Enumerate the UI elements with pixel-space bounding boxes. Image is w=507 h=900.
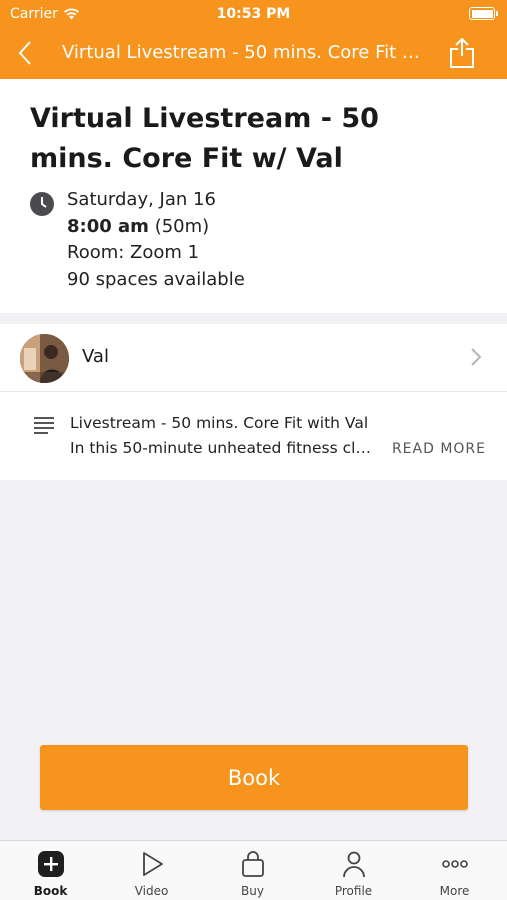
class-details-card: Virtual Livestream - 50 mins. Core Fit w… — [0, 79, 507, 313]
description-body: In this 50-minute unheated fitness class — [70, 439, 378, 457]
tab-label: More — [439, 884, 470, 898]
description-row: Livestream - 50 mins. Core Fit with Val … — [0, 392, 507, 480]
chevron-left-icon — [18, 41, 31, 65]
tab-label: Video — [134, 884, 169, 898]
class-duration: (50m) — [154, 215, 210, 237]
class-schedule: Saturday, Jan 16 8:00 am (50m) Room: Zoo… — [67, 187, 245, 293]
avatar — [20, 334, 69, 383]
tab-label: Book — [33, 884, 68, 898]
class-time: 8:00 am — [67, 215, 149, 237]
class-room: Room: Zoom 1 — [67, 242, 200, 263]
tab-buy[interactable]: Buy — [202, 841, 303, 900]
instructor-name: Val — [82, 346, 109, 367]
clock-icon — [30, 192, 54, 216]
shopping-bag-icon — [241, 851, 264, 877]
person-icon — [342, 851, 365, 878]
tab-bar: Book Video Buy Profile More — [0, 840, 507, 900]
nav-title: Virtual Livestream - 50 mins. Core Fit w… — [62, 42, 427, 63]
tab-label: Buy — [241, 884, 264, 898]
more-dots-icon — [441, 860, 468, 868]
description-icon — [34, 417, 54, 434]
status-bar: Carrier 10:53 PM — [0, 0, 507, 28]
battery-icon — [469, 7, 498, 20]
class-date: Saturday, Jan 16 — [67, 189, 216, 210]
avatar-photo — [20, 334, 69, 383]
class-spaces: 90 spaces available — [67, 268, 245, 290]
chevron-right-icon — [471, 348, 482, 366]
book-button[interactable]: Book — [40, 745, 468, 810]
read-more-link[interactable]: READ MORE — [392, 441, 486, 457]
tab-more[interactable]: More — [404, 841, 505, 900]
plus-square-icon — [37, 851, 64, 877]
status-time: 10:53 PM — [216, 6, 291, 22]
share-icon — [450, 38, 474, 68]
tab-video[interactable]: Video — [101, 841, 202, 900]
tab-book[interactable]: Book — [0, 841, 101, 900]
navigation-bar: Virtual Livestream - 50 mins. Core Fit w… — [0, 28, 507, 79]
tab-label: Profile — [334, 884, 373, 898]
share-button[interactable] — [445, 36, 479, 70]
description-title: Livestream - 50 mins. Core Fit with Val — [70, 414, 369, 432]
class-title: Virtual Livestream - 50 mins. Core Fit w… — [30, 103, 379, 174]
class-time-row: 8:00 am (50m) — [67, 214, 245, 241]
back-button[interactable] — [8, 36, 42, 70]
info-card: Val Livestream - 50 mins. Core Fit with … — [0, 324, 507, 480]
tab-profile[interactable]: Profile — [303, 841, 404, 900]
instructor-row[interactable]: Val — [0, 324, 507, 392]
play-icon — [142, 852, 163, 876]
